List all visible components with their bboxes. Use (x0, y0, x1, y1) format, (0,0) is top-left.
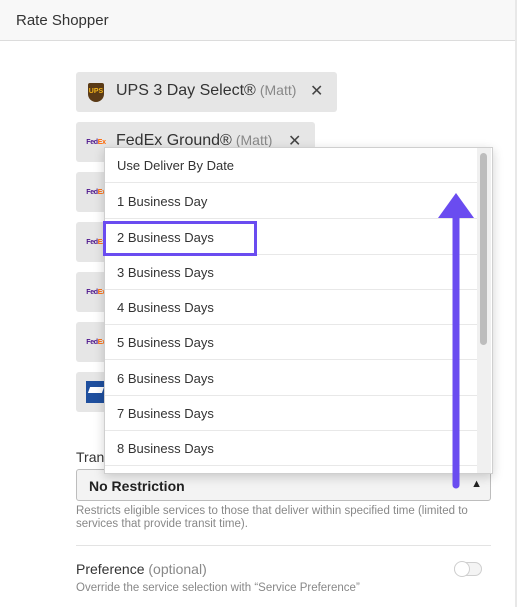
dropdown-option[interactable]: 1 Business Day (105, 184, 477, 219)
usps-logo-icon (86, 381, 106, 403)
preference-toggle[interactable] (454, 561, 482, 577)
dropdown-scrollbar[interactable] (477, 148, 491, 473)
scrollbar-thumb[interactable] (480, 153, 487, 345)
dropdown-option[interactable]: 8 Business Days (105, 431, 477, 466)
transit-time-value: No Restriction (89, 478, 185, 494)
dropdown-option[interactable]: 3 Business Days (105, 255, 477, 290)
chip-label: UPS 3 Day Select® (Matt) (116, 82, 297, 99)
dropdown-option[interactable]: Use Deliver By Date (105, 148, 477, 183)
remove-chip-icon[interactable]: ✕ (310, 81, 323, 101)
transit-time-dropdown: Use Deliver By Date 1 Business Day 2 Bus… (104, 147, 493, 474)
dropdown-option[interactable]: 5 Business Days (105, 325, 477, 360)
preference-title: Preference (optional) (76, 561, 207, 577)
modal-title: Rate Shopper (16, 12, 109, 29)
highlight-box-annotation (103, 221, 257, 256)
modal-header: Rate Shopper (0, 0, 517, 41)
ups-logo-icon: UPS (86, 82, 106, 102)
dropdown-option[interactable]: 6 Business Days (105, 361, 477, 396)
fedex-logo-icon: FedEx (86, 138, 106, 146)
preference-description: Override the service selection with “Ser… (76, 582, 360, 594)
dropdown-option[interactable]: 4 Business Days (105, 290, 477, 325)
fedex-logo-icon: FedEx (86, 288, 106, 296)
fedex-logo-icon: FedEx (86, 338, 106, 346)
dropdown-option[interactable]: 7 Business Days (105, 396, 477, 431)
divider (76, 545, 491, 546)
fedex-logo-icon: FedEx (86, 188, 106, 196)
toggle-knob (454, 561, 470, 577)
service-chip-ups-3-day-select: UPS UPS 3 Day Select® (Matt) ✕ (76, 72, 337, 112)
caret-up-icon: ▲ (471, 478, 482, 490)
transit-time-help: Restricts eligible services to those tha… (76, 505, 468, 530)
